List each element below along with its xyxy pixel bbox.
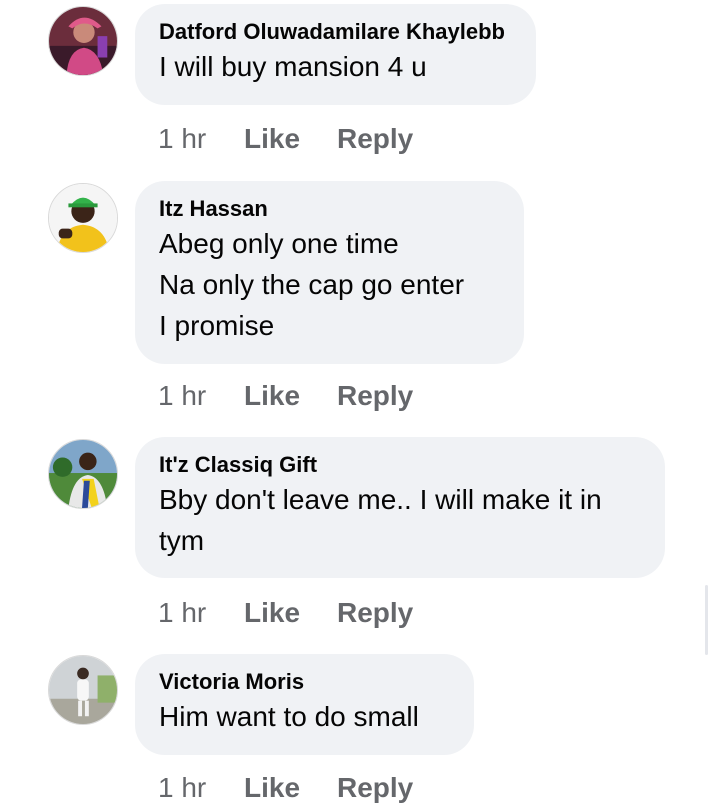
comment-timestamp[interactable]: 1 hr (158, 771, 244, 805)
comment-author[interactable]: Victoria Moris (159, 668, 450, 696)
avatar[interactable] (48, 183, 118, 253)
comment-bubble: It'z Classiq Gift Bby don't leave me.. I… (135, 437, 665, 578)
avatar[interactable] (48, 439, 118, 509)
comment-actions: 1 hr Like Reply (158, 771, 413, 805)
comment-actions: 1 hr Like Reply (158, 122, 413, 156)
comment-text: Abeg only one time Na only the cap go en… (159, 223, 500, 346)
comment-text-line: Na only the cap go enter (159, 269, 465, 300)
comment-text: Bby don't leave me.. I will make it in t… (159, 479, 641, 561)
comment-text: I will buy mansion 4 u (159, 46, 512, 87)
comment-text-line: Him want to do small (159, 701, 419, 732)
comment-actions: 1 hr Like Reply (158, 379, 413, 413)
avatar[interactable] (48, 655, 118, 725)
comment-timestamp[interactable]: 1 hr (158, 596, 244, 630)
profile-photo-icon (49, 7, 117, 75)
avatar[interactable] (48, 6, 118, 76)
profile-photo-icon (49, 184, 117, 252)
reply-button[interactable]: Reply (337, 122, 413, 156)
like-button[interactable]: Like (244, 122, 337, 156)
comment-bubble: Victoria Moris Him want to do small (135, 654, 474, 755)
reply-button[interactable]: Reply (337, 379, 413, 413)
like-button[interactable]: Like (244, 379, 337, 413)
profile-photo-icon (49, 656, 117, 724)
comment-text-line: Bby don't leave me.. I will make it in (159, 484, 602, 515)
profile-photo-icon (49, 440, 117, 508)
comment-text-line: I will buy mansion 4 u (159, 51, 427, 82)
reply-button[interactable]: Reply (337, 771, 413, 805)
comment-text-line: tym (159, 525, 205, 556)
reply-button[interactable]: Reply (337, 596, 413, 630)
comment-author[interactable]: It'z Classiq Gift (159, 451, 641, 479)
comment-text: Him want to do small (159, 696, 450, 737)
comment-bubble: Datford Oluwadamilare Khaylebb I will bu… (135, 4, 536, 105)
comment-actions: 1 hr Like Reply (158, 596, 413, 630)
comment-text-line: Abeg only one time (159, 228, 399, 259)
comment-author[interactable]: Itz Hassan (159, 195, 500, 223)
comment-text-line: I promise (159, 310, 275, 341)
like-button[interactable]: Like (244, 596, 337, 630)
comment-bubble: Itz Hassan Abeg only one time Na only th… (135, 181, 524, 364)
comment-timestamp[interactable]: 1 hr (158, 122, 244, 156)
comment-timestamp[interactable]: 1 hr (158, 379, 244, 413)
like-button[interactable]: Like (244, 771, 337, 805)
comment-author[interactable]: Datford Oluwadamilare Khaylebb (159, 18, 512, 46)
